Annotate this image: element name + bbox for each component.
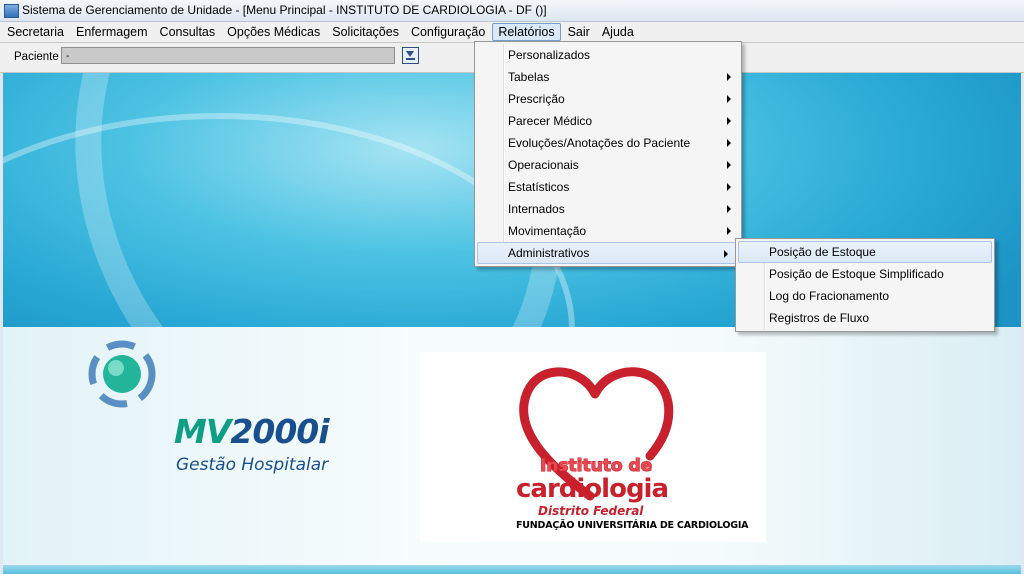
mv-tagline: Gestão Hospitalar bbox=[176, 455, 329, 475]
menu-configuracao[interactable]: Configuração bbox=[406, 23, 490, 41]
menu-item-prescricao[interactable]: Prescrição bbox=[475, 88, 741, 110]
submenu-arrow-icon bbox=[727, 161, 731, 169]
submenu-arrow-icon bbox=[727, 117, 731, 125]
menu-item-label: Administrativos bbox=[508, 246, 590, 260]
menu-ajuda[interactable]: Ajuda bbox=[597, 23, 639, 41]
menu-item-label: Parecer Médico bbox=[508, 114, 593, 128]
menu-item-label: Personalizados bbox=[508, 48, 591, 62]
cardio-line-2: cardiologia bbox=[516, 474, 669, 504]
menu-item-evolucoes[interactable]: Evoluções/Anotações do Paciente bbox=[475, 132, 741, 154]
cardiology-logo: Instituto de cardiologia Distrito Federa… bbox=[420, 352, 766, 542]
submenu-arrow-icon bbox=[727, 227, 731, 235]
submenu-arrow-icon bbox=[727, 183, 731, 191]
submenu-item-registros-fluxo[interactable]: Registros de Fluxo bbox=[736, 307, 994, 329]
menu-relatorios[interactable]: Relatórios bbox=[492, 23, 561, 41]
menu-secretaria[interactable]: Secretaria bbox=[2, 23, 69, 41]
menu-item-label: Operacionais bbox=[508, 158, 579, 172]
cardio-line-1: Instituto de bbox=[539, 456, 653, 477]
cardio-line-3: Distrito Federal bbox=[538, 504, 644, 518]
submenu-arrow-icon bbox=[727, 95, 731, 103]
mv-logo-icon bbox=[88, 340, 156, 408]
menu-item-label: Internados bbox=[508, 202, 565, 216]
menu-enfermagem[interactable]: Enfermagem bbox=[71, 23, 153, 41]
download-arrow-icon bbox=[406, 51, 414, 57]
menu-item-label: Posição de Estoque bbox=[769, 245, 876, 259]
submenu-arrow-icon bbox=[727, 205, 731, 213]
submenu-item-posicao-estoque-simplificado[interactable]: Posição de Estoque Simplificado bbox=[736, 263, 994, 285]
patient-label: Paciente bbox=[14, 51, 59, 63]
menu-item-label: Estatísticos bbox=[508, 180, 570, 194]
menu-item-label: Registros de Fluxo bbox=[769, 311, 870, 325]
menu-item-label: Prescrição bbox=[508, 92, 565, 106]
submenu-arrow-icon bbox=[727, 139, 731, 147]
menu-item-parecer-medico[interactable]: Parecer Médico bbox=[475, 110, 741, 132]
menu-item-tabelas[interactable]: Tabelas bbox=[475, 66, 741, 88]
menu-item-estatisticos[interactable]: Estatísticos bbox=[475, 176, 741, 198]
menu-item-internados[interactable]: Internados bbox=[475, 198, 741, 220]
menu-bar: Secretaria Enfermagem Consultas Opções M… bbox=[0, 22, 1024, 43]
title-bar: Sistema de Gerenciamento de Unidade - [M… bbox=[0, 0, 1024, 22]
mv-name: MV bbox=[174, 412, 231, 451]
patient-field[interactable] bbox=[61, 47, 395, 64]
mv-logo-text: MV2000i bbox=[174, 412, 330, 451]
mv-version: 2000i bbox=[230, 412, 329, 451]
menu-item-label: Posição de Estoque Simplificado bbox=[769, 267, 944, 281]
menu-item-movimentacao[interactable]: Movimentação bbox=[475, 220, 741, 242]
menu-item-operacionais[interactable]: Operacionais bbox=[475, 154, 741, 176]
menu-item-label: Movimentação bbox=[508, 224, 587, 238]
menu-opcoes-medicas[interactable]: Opções Médicas bbox=[222, 23, 325, 41]
relatorios-dropdown: Personalizados Tabelas Prescrição Parece… bbox=[474, 41, 742, 267]
cardio-line-4: FUNDAÇÃO UNIVERSITÁRIA DE CARDIOLOGIA bbox=[516, 520, 749, 531]
administrativos-submenu: Posição de Estoque Posição de Estoque Si… bbox=[735, 238, 995, 332]
menu-solicitacoes[interactable]: Solicitações bbox=[327, 23, 404, 41]
app-icon bbox=[4, 4, 19, 18]
download-bar-icon bbox=[406, 58, 415, 60]
submenu-arrow-icon bbox=[727, 73, 731, 81]
submenu-arrow-icon bbox=[724, 250, 728, 258]
menu-item-personalizados[interactable]: Personalizados bbox=[475, 44, 741, 66]
submenu-item-posicao-estoque[interactable]: Posição de Estoque bbox=[738, 241, 992, 263]
menu-sair[interactable]: Sair bbox=[563, 23, 595, 41]
background-strip bbox=[3, 565, 1021, 574]
submenu-item-log-fracionamento[interactable]: Log do Fracionamento bbox=[736, 285, 994, 307]
menu-item-administrativos[interactable]: Administrativos bbox=[477, 242, 739, 264]
window-title: Sistema de Gerenciamento de Unidade - [M… bbox=[22, 3, 547, 17]
patient-search-button[interactable] bbox=[402, 47, 419, 64]
menu-consultas[interactable]: Consultas bbox=[155, 23, 221, 41]
menu-item-label: Log do Fracionamento bbox=[769, 289, 890, 303]
menu-item-label: Tabelas bbox=[508, 70, 550, 84]
menu-item-label: Evoluções/Anotações do Paciente bbox=[508, 136, 691, 150]
